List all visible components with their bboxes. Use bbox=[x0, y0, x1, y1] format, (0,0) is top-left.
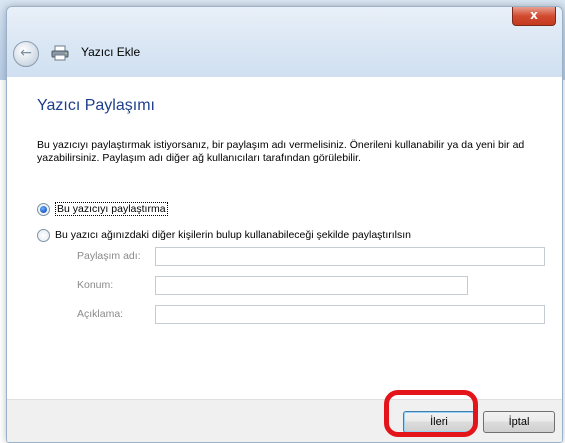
radio-button[interactable] bbox=[37, 228, 50, 242]
cancel-button[interactable]: İptal bbox=[483, 411, 555, 433]
back-arrow-icon: ← bbox=[20, 45, 32, 61]
button-bar: İleri İptal bbox=[7, 399, 562, 442]
printer-icon bbox=[51, 45, 69, 61]
comment-field[interactable] bbox=[155, 305, 545, 324]
radio-share[interactable]: Bu yazıcı ağınızdaki diğer kişilerin bul… bbox=[37, 227, 411, 243]
radio-button-selected[interactable] bbox=[37, 202, 50, 216]
share-name-label: Paylaşım adı: bbox=[77, 250, 141, 262]
title-bar: x ← Yazıcı Ekle bbox=[7, 7, 562, 77]
highlight-annotation bbox=[384, 390, 478, 437]
page-description: Bu yazıcıyı paylaştırmak istiyorsanız, b… bbox=[37, 139, 525, 164]
location-label: Konum: bbox=[77, 279, 114, 291]
page-heading: Yazıcı Paylaşımı bbox=[37, 97, 155, 114]
wizard-content: Yazıcı Paylaşımı Bu yazıcıyı paylaştırma… bbox=[7, 77, 562, 399]
back-button[interactable]: ← bbox=[13, 41, 39, 67]
add-printer-window: x ← Yazıcı Ekle Yazıcı Paylaşımı Bu yazı… bbox=[6, 6, 563, 443]
close-icon: x bbox=[530, 8, 538, 22]
location-field[interactable] bbox=[155, 276, 468, 295]
radio-label-do-not-share: Bu yazıcıyı paylaştırma bbox=[55, 202, 168, 216]
radio-label-share: Bu yazıcı ağınızdaki diğer kişilerin bul… bbox=[55, 229, 412, 241]
comment-label: Açıklama: bbox=[77, 308, 124, 320]
wizard-title: Yazıcı Ekle bbox=[81, 45, 141, 59]
close-button[interactable]: x bbox=[512, 7, 556, 26]
share-name-field[interactable] bbox=[155, 247, 545, 266]
radio-do-not-share[interactable]: Bu yazıcıyı paylaştırma bbox=[37, 201, 168, 217]
